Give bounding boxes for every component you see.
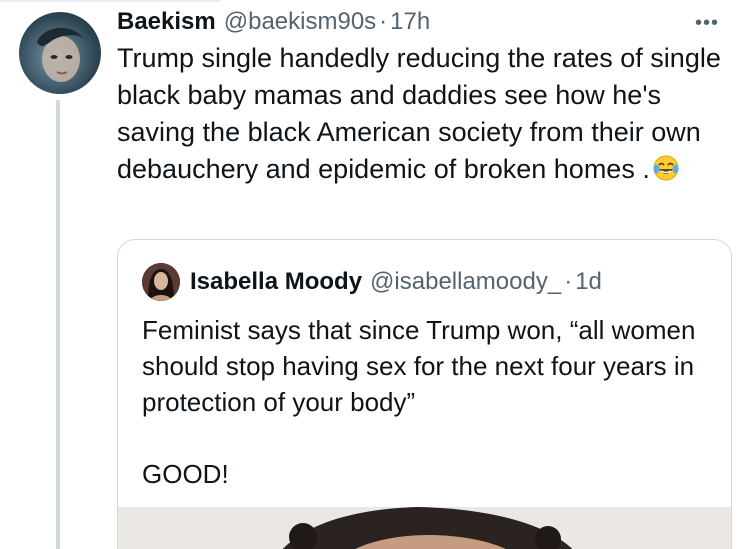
quoted-author-name[interactable]: Isabella Moody	[190, 268, 362, 296]
author-handle[interactable]: @baekism90s	[224, 8, 376, 36]
quoted-header-separator: ·	[564, 268, 573, 295]
tweet-header: Baekism @baekism90s · 17h	[117, 8, 430, 38]
tweet-body: Trump single handedly reducing the rates…	[117, 40, 727, 188]
quoted-author-handle[interactable]: @isabellamoody_	[370, 268, 561, 296]
quoted-tweet-header: Isabella Moody @isabellamoody_ · 1d	[190, 268, 602, 296]
author-avatar-image	[37, 27, 83, 82]
top-divider	[0, 0, 220, 2]
quoted-media-image	[118, 507, 731, 549]
quoted-author-avatar[interactable]	[142, 263, 180, 301]
quoted-tweet-card[interactable]: Isabella Moody @isabellamoody_ · 1d Femi…	[117, 239, 732, 549]
more-label: •••	[694, 11, 719, 34]
tweet-text: Trump single handedly reducing the rates…	[117, 43, 721, 184]
thread-connector-line	[56, 100, 60, 549]
header-separator: ·	[379, 8, 388, 35]
more-horizontal-icon[interactable]: •••	[687, 8, 727, 38]
author-avatar[interactable]	[19, 12, 101, 94]
quoted-tweet-timestamp[interactable]: 1d	[575, 268, 602, 296]
tweet-timestamp[interactable]: 17h	[390, 8, 430, 36]
quoted-author-avatar-image	[142, 263, 180, 301]
tweet-page: Baekism @baekism90s · 17h ••• Trump sing…	[0, 0, 749, 549]
quoted-tweet-emphasis: GOOD!	[142, 459, 229, 489]
quoted-tweet-media[interactable]	[118, 507, 731, 549]
author-name[interactable]: Baekism	[117, 8, 216, 36]
quoted-tweet-text: Feminist says that since Trump won, “all…	[142, 315, 696, 417]
quoted-tweet-body: Feminist says that since Trump won, “all…	[142, 312, 712, 492]
face-with-tears-of-joy-icon	[653, 155, 679, 181]
